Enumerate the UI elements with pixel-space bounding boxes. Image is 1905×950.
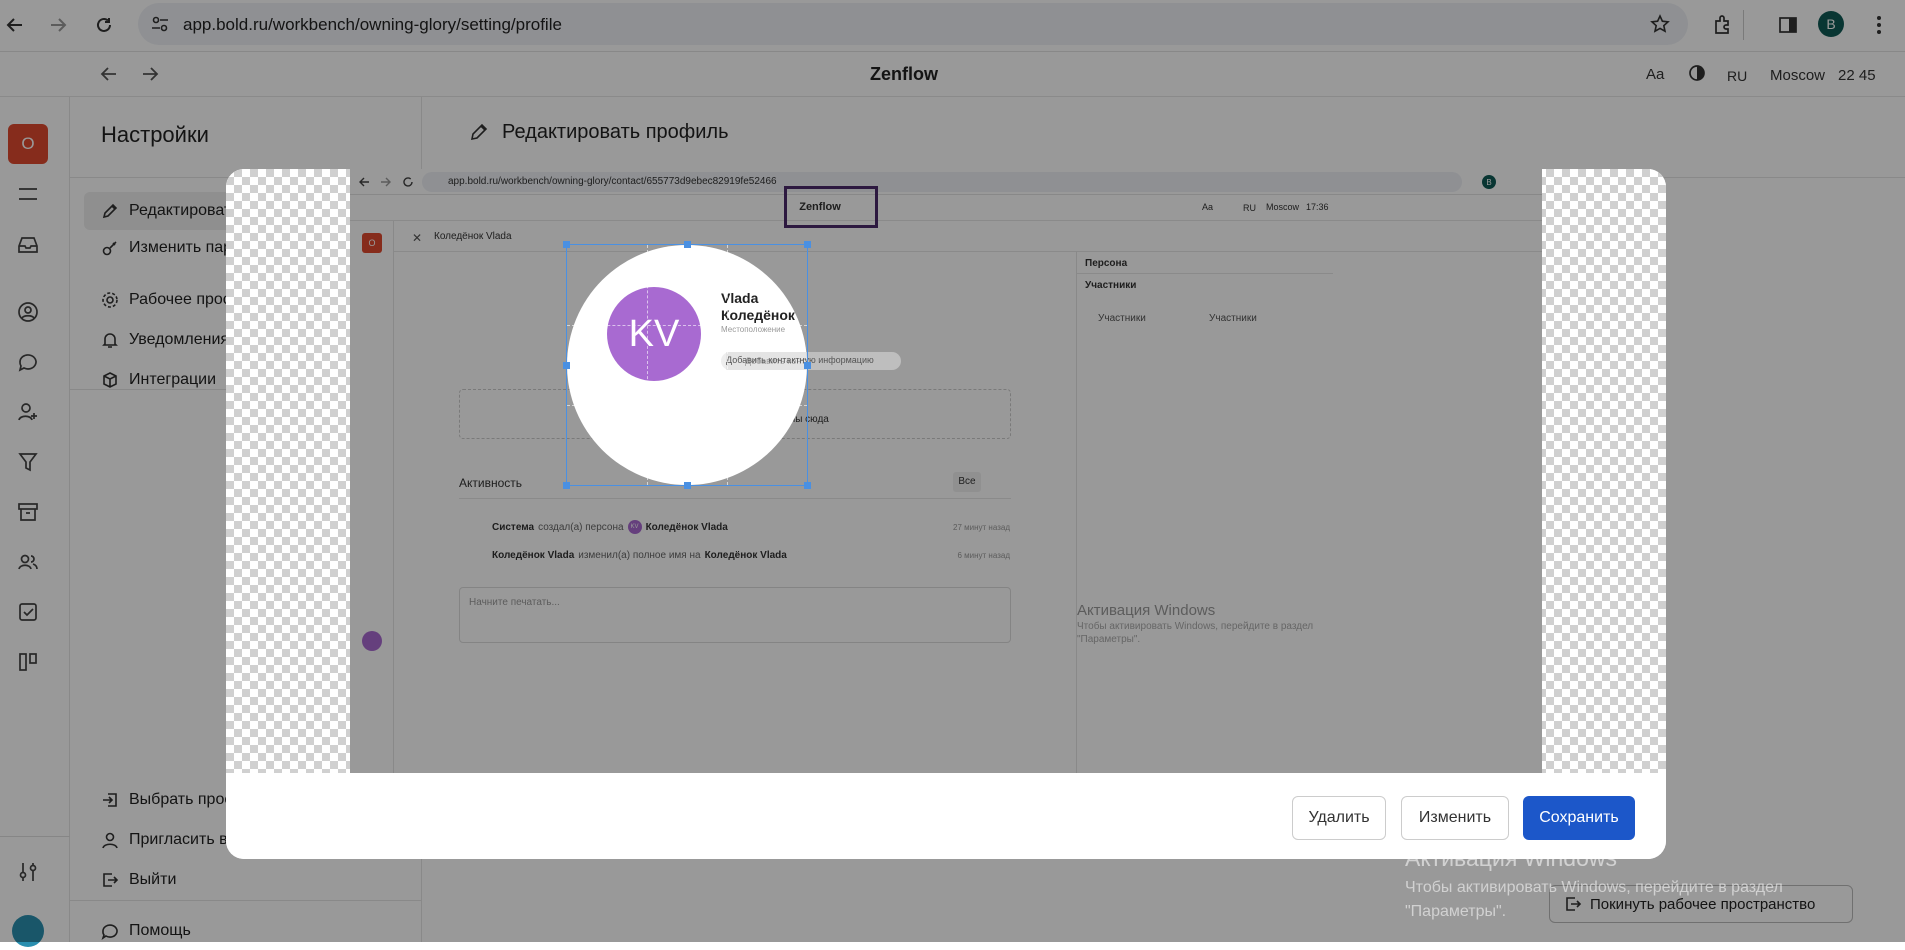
crop-guide [567, 325, 807, 326]
change-button[interactable]: Изменить [1401, 796, 1509, 840]
crop-handle-s[interactable] [684, 482, 691, 489]
crop-handle-nw[interactable] [563, 241, 570, 248]
crop-dim [350, 169, 1542, 773]
crop-frame[interactable] [566, 244, 808, 486]
windows-activation-line1: Чтобы активировать Windows, перейдите в … [1405, 879, 1783, 896]
crop-handle-n[interactable] [684, 241, 691, 248]
crop-guide [567, 405, 807, 406]
crop-handle-ne[interactable] [804, 241, 811, 248]
uploaded-screenshot: app.bold.ru/workbench/owning-glory/conta… [350, 169, 1542, 773]
delete-button[interactable]: Удалить [1292, 796, 1386, 840]
crop-handle-sw[interactable] [563, 482, 570, 489]
dialog-footer: Удалить Изменить Сохранить [226, 773, 1666, 859]
crop-handle-w[interactable] [563, 362, 570, 369]
crop-handle-e[interactable] [804, 362, 811, 369]
crop-canvas[interactable]: app.bold.ru/workbench/owning-glory/conta… [226, 169, 1666, 773]
crop-handle-se[interactable] [804, 482, 811, 489]
avatar-crop-dialog: app.bold.ru/workbench/owning-glory/conta… [226, 169, 1666, 859]
crop-guide [727, 245, 728, 485]
crop-guide [647, 245, 648, 485]
save-button[interactable]: Сохранить [1523, 796, 1635, 840]
windows-activation-line2: "Параметры". [1405, 903, 1507, 920]
